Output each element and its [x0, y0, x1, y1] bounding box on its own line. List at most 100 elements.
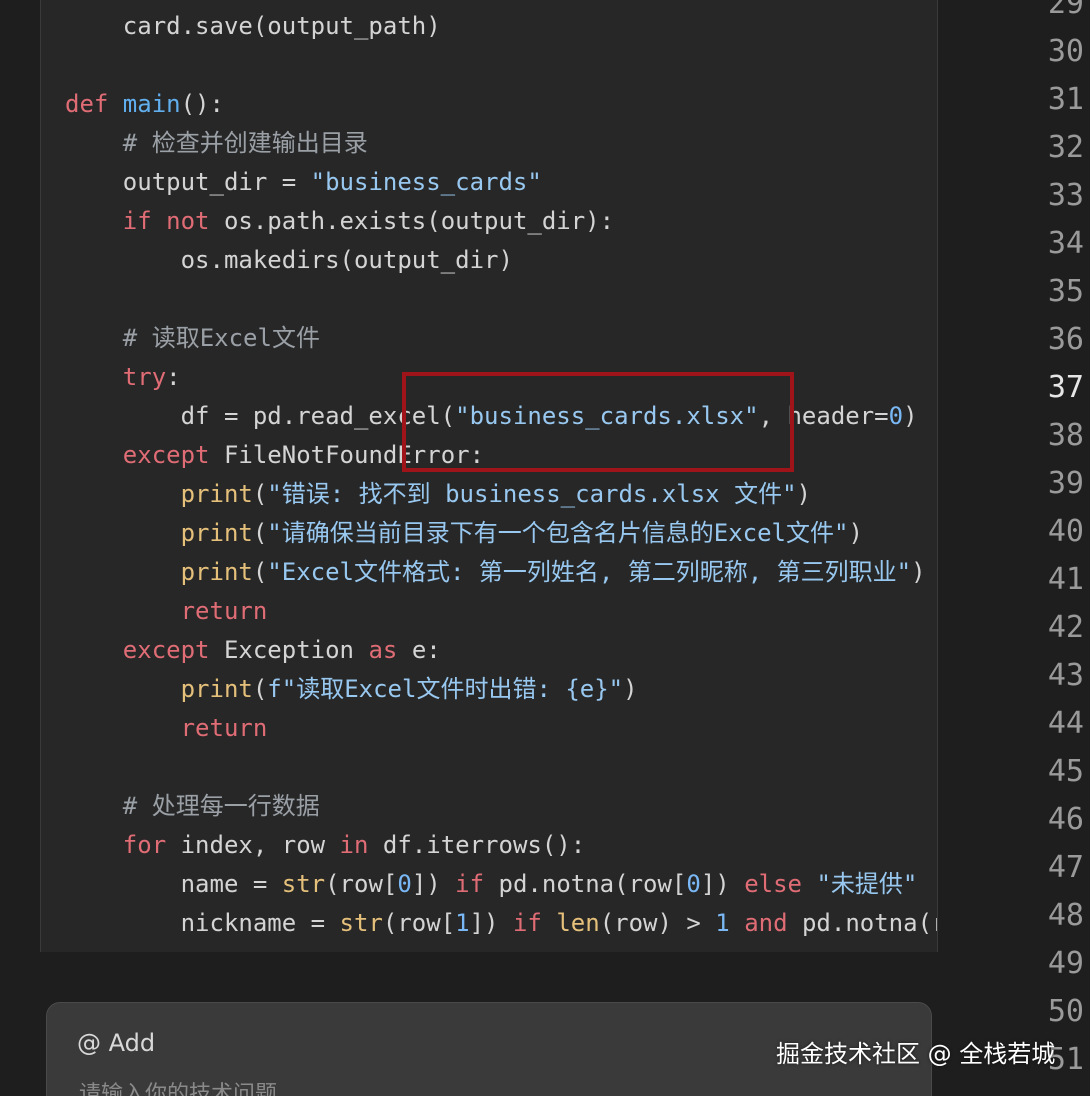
- code-token: index, row: [180, 831, 340, 859]
- code-token: main: [122, 90, 181, 118]
- code-token: in: [339, 831, 383, 859]
- line-number: 49: [1047, 946, 1084, 981]
- line-number: 39: [1047, 466, 1084, 501]
- code-line: output_dir = "business_cards": [65, 163, 542, 202]
- line-number: 30: [1047, 34, 1084, 69]
- code-line: print("Excel文件格式: 第一列姓名, 第二列昵称, 第三列职业"): [65, 553, 926, 592]
- code-editor[interactable]: card.save(output_path) def main(): # 检查并创…: [40, 0, 938, 952]
- line-number: 45: [1047, 754, 1084, 789]
- code-token: try: [122, 363, 167, 391]
- code-token: return: [180, 714, 268, 742]
- code-token: df.iterrows():: [382, 831, 586, 859]
- code-token: :: [166, 363, 181, 391]
- code-token: (: [252, 480, 268, 508]
- code-token: ): [911, 558, 926, 586]
- line-number: 41: [1047, 562, 1084, 597]
- code-line: # 检查并创建输出目录: [65, 124, 368, 163]
- line-number: 29: [1047, 0, 1084, 21]
- code-token: pd.notna(row[: [498, 870, 687, 898]
- code-token: # 读取Excel文件: [65, 324, 320, 352]
- code-token: e:: [411, 636, 441, 664]
- code-line: # 读取Excel文件: [65, 319, 320, 358]
- code-token: print: [180, 675, 253, 703]
- code-token: ): [903, 402, 918, 430]
- code-token: "business_cards": [310, 168, 542, 196]
- line-number: 32: [1047, 130, 1084, 165]
- code-line: name = str(row[0]) if pd.notna(row[0]) e…: [65, 865, 918, 904]
- line-number: 35: [1047, 274, 1084, 309]
- code-token: (: [252, 519, 268, 547]
- code-token: 0: [686, 870, 701, 898]
- line-number-gutter: 29 30 31 32 33 34 35 36 37 38 39 40 41 42 43 44 45 46 47 48…: [980, 0, 1090, 1096]
- line-number: 33: [1047, 178, 1084, 213]
- line-number: 38: [1047, 418, 1084, 453]
- code-line: except FileNotFoundError:: [65, 436, 484, 475]
- code-token: (row[: [382, 909, 456, 937]
- code-line: return: [65, 592, 268, 631]
- line-number: 46: [1047, 802, 1084, 837]
- code-token: df = pd.read_excel(: [65, 402, 456, 430]
- code-token: output_dir =: [65, 168, 311, 196]
- code-token: if: [512, 909, 557, 937]
- code-token: def: [65, 90, 123, 118]
- code-token: ]): [469, 909, 513, 937]
- code-token: str: [281, 870, 326, 898]
- code-token: for: [122, 831, 181, 859]
- code-token: as: [368, 636, 412, 664]
- code-token: print: [180, 558, 253, 586]
- code-token: card.save(output_path): [65, 12, 441, 40]
- code-token: , header=: [758, 402, 889, 430]
- code-token: and: [744, 909, 802, 937]
- line-number: 47: [1047, 850, 1084, 885]
- code-token: "请确保当前目录下有一个包含名片信息的Excel文件": [267, 519, 849, 547]
- code-line: print("错误: 找不到 business_cards.xlsx 文件"): [65, 475, 811, 514]
- code-token: except: [122, 441, 224, 469]
- line-number: 42: [1047, 610, 1084, 645]
- code-token: os.path.exists(output_dir):: [223, 207, 615, 235]
- code-token: pd.notna(r: [801, 909, 938, 937]
- line-number: 34: [1047, 226, 1084, 261]
- code-token: return: [180, 597, 268, 625]
- line-number: 44: [1047, 706, 1084, 741]
- code-token: ]): [411, 870, 456, 898]
- chat-input[interactable]: [77, 1081, 901, 1096]
- code-line: print(f"读取Excel文件时出错: {e}"): [65, 670, 638, 709]
- code-token: if: [455, 870, 499, 898]
- watermark: 掘金技术社区 @ 全栈若城: [776, 1040, 1056, 1068]
- code-line: except Exception as e:: [65, 631, 441, 670]
- code-token: Exception: [223, 636, 369, 664]
- code-line: def main():: [65, 85, 224, 124]
- code-token: (row[: [325, 870, 398, 898]
- code-token: else: [744, 870, 817, 898]
- code-line: try:: [65, 358, 181, 397]
- code-token: ): [623, 675, 638, 703]
- add-context-button[interactable]: @ Add: [77, 1029, 155, 1057]
- code-token: (: [252, 675, 268, 703]
- code-token: 1: [715, 909, 745, 937]
- code-token: print: [180, 480, 253, 508]
- code-token: os.makedirs(output_dir): [65, 246, 513, 274]
- code-token: f"读取Excel文件时出错: {e}": [267, 675, 624, 703]
- code-line: # 处理每一行数据: [65, 787, 320, 826]
- code-token: ]): [700, 870, 745, 898]
- code-token: # 处理每一行数据: [65, 792, 320, 820]
- code-token: if not: [122, 207, 224, 235]
- left-gutter: [0, 0, 40, 952]
- line-number: 50: [1047, 994, 1084, 1029]
- code-token: # 检查并创建输出目录: [65, 129, 368, 157]
- code-token: 1: [455, 909, 470, 937]
- code-token: name =: [65, 870, 282, 898]
- code-token: str: [339, 909, 383, 937]
- code-token: except: [122, 636, 224, 664]
- code-line: print("请确保当前目录下有一个包含名片信息的Excel文件"): [65, 514, 863, 553]
- code-line: for index, row in df.iterrows():: [65, 826, 585, 865]
